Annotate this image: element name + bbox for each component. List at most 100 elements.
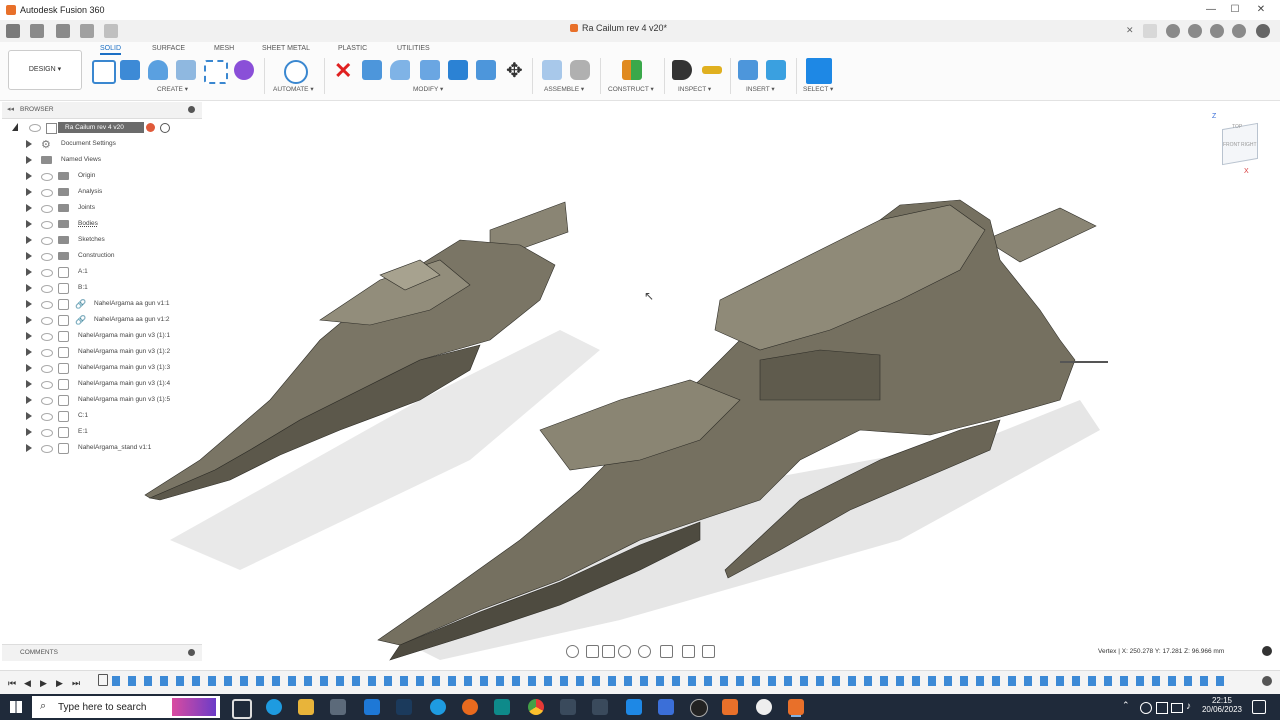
expand-arrow-icon[interactable] [26,268,32,276]
visibility-eye-icon[interactable] [41,253,53,261]
fusion-active-icon[interactable] [788,699,804,715]
visibility-eye-icon[interactable] [41,413,53,421]
visibility-eye-icon[interactable] [29,124,41,132]
visibility-eye-icon[interactable] [41,317,53,325]
visibility-eye-icon[interactable] [41,173,53,181]
tab-solid[interactable]: SOLID [100,45,122,55]
redo-icon[interactable] [104,24,118,38]
edge-icon[interactable] [266,699,282,715]
tree-item-component-b[interactable]: B:1 [0,280,210,296]
expand-arrow-icon[interactable] [26,172,32,180]
grid-snaps-icon[interactable] [682,645,695,658]
automate-icon[interactable] [284,60,308,84]
store-icon[interactable] [330,699,346,715]
visibility-eye-icon[interactable] [41,429,53,437]
tree-item-sketches[interactable]: Sketches [0,232,210,248]
visibility-eye-icon[interactable] [41,381,53,389]
visibility-eye-icon[interactable] [41,333,53,341]
firefox-icon[interactable] [462,699,478,715]
timeline-features[interactable] [112,676,1232,686]
assemble-menu[interactable]: ASSEMBLE ▾ [544,85,584,93]
comments-pin-icon[interactable] [188,649,195,656]
tree-item-origin[interactable]: Origin [0,168,210,184]
undo-icon[interactable] [80,24,94,38]
tab-surface[interactable]: SURFACE [152,45,185,52]
app-icon[interactable] [658,699,674,715]
expand-arrow-icon[interactable] [26,236,32,244]
tree-item-analysis[interactable]: Analysis [0,184,210,200]
workspace-switcher[interactable]: DESIGN ▾ [8,50,82,90]
save-icon[interactable] [56,24,70,38]
tree-item-main-gun-5[interactable]: NahelArgama main gun v3 (1):5 [0,392,210,408]
expand-arrow-icon[interactable] [26,396,32,404]
ruler-icon[interactable] [702,66,722,74]
maximize-button[interactable]: ☐ [1228,3,1242,17]
tab-utilities[interactable]: UTILITIES [397,45,430,52]
select-menu[interactable]: SELECT ▾ [803,85,833,93]
tab-mesh[interactable]: MESH [214,45,234,52]
visibility-eye-icon[interactable] [41,285,53,293]
app-icon[interactable] [592,699,608,715]
expand-arrow-icon[interactable] [26,156,32,164]
tree-item-main-gun-3[interactable]: NahelArgama main gun v3 (1):3 [0,360,210,376]
step-back-icon[interactable]: ◀ [24,678,31,689]
options-icon[interactable] [1262,646,1272,656]
go-to-start-icon[interactable]: ⏮ [8,678,16,689]
create-form-icon[interactable] [234,60,254,80]
comments-panel-header[interactable]: COMMENTS [2,644,202,661]
expand-arrow-icon[interactable] [26,412,32,420]
chamfer-icon[interactable] [420,60,440,80]
fillet-icon[interactable] [390,60,410,80]
insert-derive-icon[interactable] [738,60,758,80]
shell-icon[interactable] [448,60,468,80]
close-tab-button[interactable]: ✕ [1126,25,1134,36]
help-icon[interactable] [1232,24,1246,38]
move-icon[interactable]: ✥ [506,58,523,83]
tree-item-aa-gun-2[interactable]: 🔗 NahelArgama aa gun v1:2 [0,312,210,328]
expand-arrow-icon[interactable] [26,380,32,388]
expand-icon[interactable] [12,123,18,131]
tree-item-joints[interactable]: Joints [0,200,210,216]
expand-arrow-icon[interactable] [26,332,32,340]
expand-arrow-icon[interactable] [26,188,32,196]
activate-radio-icon[interactable] [160,123,170,133]
steam-icon[interactable] [396,699,412,715]
extrude-icon[interactable] [120,60,140,80]
visibility-eye-icon[interactable] [41,237,53,245]
app-icon[interactable] [756,699,772,715]
joint-icon[interactable] [570,60,590,80]
browser-root-label[interactable]: Ra Cailum rev 4 v20 [58,122,144,133]
expand-arrow-icon[interactable] [26,252,32,260]
visibility-eye-icon[interactable] [41,205,53,213]
app-icon[interactable] [430,699,446,715]
taskbar-search-box[interactable]: ⌕ Type here to search [32,696,220,718]
tray-chevron-icon[interactable]: ⌃ [1122,700,1130,711]
visibility-eye-icon[interactable] [41,189,53,197]
collapse-arrows-icon[interactable]: ◂◂ [7,105,14,113]
new-component-icon[interactable] [542,60,562,80]
insert-menu[interactable]: INSERT ▾ [746,85,775,93]
tab-sheet-metal[interactable]: SHEET METAL [262,45,310,52]
create-menu[interactable]: CREATE ▾ [157,85,188,93]
browser-panel-header[interactable]: ◂◂ BROWSER [2,102,202,119]
automate-menu[interactable]: AUTOMATE ▾ [273,85,314,93]
tree-item-component-e[interactable]: E:1 [0,424,210,440]
visibility-eye-icon[interactable] [41,221,53,229]
expand-arrow-icon[interactable] [26,428,32,436]
tree-item-component-c[interactable]: C:1 [0,408,210,424]
tree-item-component-a[interactable]: A:1 [0,264,210,280]
close-window-button[interactable]: ✕ [1254,3,1268,17]
tree-item-bodies[interactable]: Bodies [0,216,210,232]
measure-icon[interactable] [672,60,692,80]
chrome-icon[interactable] [528,699,544,715]
tree-item-named-views[interactable]: Named Views [0,152,210,168]
taskbar-clock[interactable]: 22:15 20/06/2023 [1200,696,1244,714]
orbit-icon[interactable] [566,645,579,658]
fusion-icon[interactable] [722,699,738,715]
new-tab-icon[interactable] [1143,24,1157,38]
expand-arrow-icon[interactable] [26,204,32,212]
volume-icon[interactable]: ♪ [1186,701,1191,712]
network-icon[interactable] [1171,703,1183,713]
timeline-settings-icon[interactable] [1262,676,1272,686]
tree-item-main-gun-4[interactable]: NahelArgama main gun v3 (1):4 [0,376,210,392]
